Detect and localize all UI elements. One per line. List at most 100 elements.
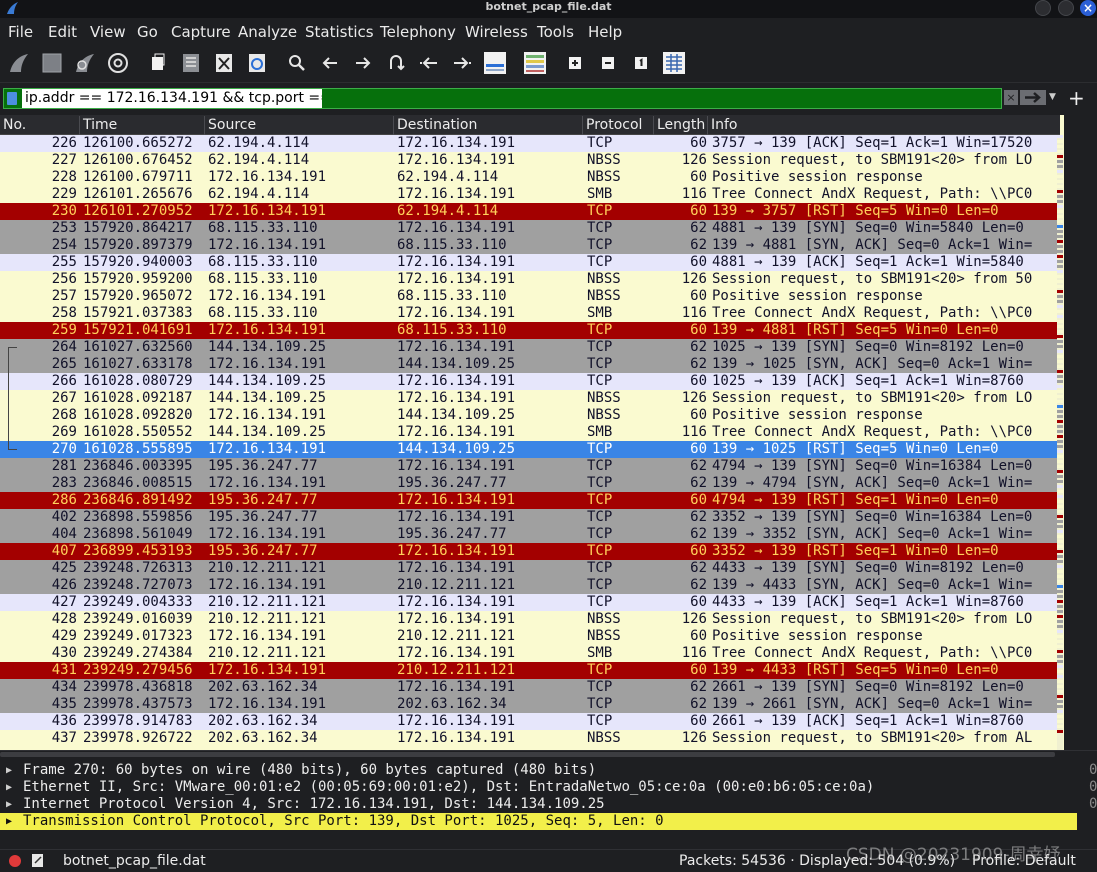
packet-row[interactable]: 265 161027.633178 172.16.134.191 144.134.10… (0, 356, 1057, 373)
menu-file[interactable]: File (8, 23, 33, 41)
normal-size-icon[interactable] (628, 50, 654, 76)
add-filter-button-icon[interactable]: + (1068, 86, 1085, 110)
filter-bookmark-icon[interactable] (7, 92, 17, 105)
auto-scroll-icon[interactable] (482, 50, 508, 76)
detail-tree-item[interactable]: ▶ Transmission Control Protocol, Src Port… (0, 813, 1077, 830)
column-destination[interactable]: Destination (393, 116, 582, 135)
menu-statistics[interactable]: Statistics (305, 23, 374, 41)
packet-len-cell: 60 (690, 373, 707, 389)
packet-row[interactable]: 226 126100.665272 62.194.4.114 172.16.134.1… (0, 135, 1057, 152)
packet-row[interactable]: 436 239978.914783 202.63.162.34 172.16.134.… (0, 713, 1057, 730)
display-filter-input[interactable]: ip.addr == 172.16.134.191 && tcp.port ==… (22, 89, 322, 108)
packet-row[interactable]: 283 236846.008515 172.16.134.191 195.36.247… (0, 475, 1057, 492)
packet-row[interactable]: 227 126100.676452 62.194.4.114 172.16.134.1… (0, 152, 1057, 169)
packet-row[interactable]: 264 161027.632560 144.134.109.25 172.16.134… (0, 339, 1057, 356)
zoom-in-icon[interactable] (562, 50, 588, 76)
packet-row[interactable]: 266 161028.080729 144.134.109.25 172.16.134… (0, 373, 1057, 390)
minimize-button[interactable] (1035, 0, 1051, 16)
column-length[interactable]: Length (653, 116, 707, 135)
packet-row[interactable]: 254 157920.897379 172.16.134.191 68.115.33.… (0, 237, 1057, 254)
packet-row[interactable]: 255 157920.940003 68.115.33.110 172.16.134.… (0, 254, 1057, 271)
packet-row[interactable]: 253 157920.864217 68.115.33.110 172.16.134.… (0, 220, 1057, 237)
column-protocol[interactable]: Protocol (582, 116, 653, 135)
column-time[interactable]: Time (79, 116, 204, 135)
go-last-packet-icon[interactable] (449, 50, 475, 76)
detail-tree-item[interactable]: ▶ Ethernet II, Src: VMware_00:01:e2 (00:0… (0, 779, 1077, 796)
clear-filter-icon[interactable]: × (1004, 90, 1018, 105)
packet-row[interactable]: 229 126101.265676 62.194.4.114 172.16.134.1… (0, 186, 1057, 203)
colorize-icon[interactable] (522, 50, 548, 76)
close-window-button[interactable]: × (1080, 0, 1096, 16)
menu-telephony[interactable]: Telephony (380, 23, 456, 41)
maximize-button[interactable] (1058, 0, 1074, 16)
expand-arrow-icon[interactable]: ▶ (6, 796, 12, 813)
packet-row[interactable]: 431 239249.279456 172.16.134.191 210.12.211… (0, 662, 1057, 679)
packet-row[interactable]: 404 236898.561049 172.16.134.191 195.36.247… (0, 526, 1057, 543)
column-info[interactable]: Info (707, 116, 1060, 135)
stop-capture-icon[interactable] (39, 50, 65, 76)
packet-row[interactable]: 407 236899.453193 195.36.247.77 172.16.134.… (0, 543, 1057, 560)
packet-minimap[interactable] (1057, 135, 1063, 750)
packet-row[interactable]: 270 161028.555895 172.16.134.191 144.134.10… (0, 441, 1057, 458)
save-file-icon[interactable] (178, 50, 204, 76)
detail-tree-item[interactable]: ▶ Frame 270: 60 bytes on wire (480 bits),… (0, 762, 1077, 779)
minimap-stripe (1057, 420, 1063, 423)
menu-capture[interactable]: Capture (171, 23, 231, 41)
menu-view[interactable]: View (90, 23, 126, 41)
packet-row[interactable]: 269 161028.550552 144.134.109.25 172.16.134… (0, 424, 1057, 441)
capture-comment-icon[interactable] (31, 853, 44, 868)
packet-row[interactable]: 435 239978.437573 172.16.134.191 202.63.162… (0, 696, 1057, 713)
open-file-icon[interactable] (145, 50, 171, 76)
expand-arrow-icon[interactable]: ▶ (6, 762, 12, 779)
packet-row[interactable]: 256 157920.959200 68.115.33.110 172.16.134.… (0, 271, 1057, 288)
restart-capture-icon[interactable] (72, 50, 98, 76)
resize-columns-icon[interactable] (661, 50, 687, 76)
packet-row[interactable]: 428 239249.016039 210.12.211.121 172.16.134… (0, 611, 1057, 628)
packet-row[interactable]: 429 239249.017323 172.16.134.191 210.12.211… (0, 628, 1057, 645)
packet-row[interactable]: 425 239248.726313 210.12.211.121 172.16.134… (0, 560, 1057, 577)
column-source[interactable]: Source (204, 116, 393, 135)
horizontal-scrollbar[interactable] (0, 750, 1097, 758)
go-to-packet-icon[interactable] (383, 50, 409, 76)
packet-row[interactable]: 281 236846.003395 195.36.247.77 172.16.134.… (0, 458, 1057, 475)
menu-tools[interactable]: Tools (537, 23, 574, 41)
menu-edit[interactable]: Edit (48, 23, 77, 41)
detail-tree-item[interactable]: ▶ Internet Protocol Version 4, Src: 172.1… (0, 796, 1077, 813)
packet-row[interactable]: 268 161028.092820 172.16.134.191 144.134.10… (0, 407, 1057, 424)
go-first-packet-icon[interactable] (416, 50, 442, 76)
packet-row[interactable]: 427 239249.004333 210.12.211.121 172.16.134… (0, 594, 1057, 611)
menu-go[interactable]: Go (137, 23, 158, 41)
zoom-out-icon[interactable] (595, 50, 621, 76)
go-back-icon[interactable] (317, 50, 343, 76)
packet-row[interactable]: 228 126100.679711 172.16.134.191 62.194.4.1… (0, 169, 1057, 186)
packet-row[interactable]: 230 126101.270952 172.16.134.191 62.194.4.1… (0, 203, 1057, 220)
menu-analyze[interactable]: Analyze (238, 23, 297, 41)
expand-arrow-icon[interactable]: ▶ (6, 779, 12, 796)
menu-wireless[interactable]: Wireless (465, 23, 528, 41)
filter-history-dropdown[interactable]: ▼ (1049, 92, 1056, 102)
capture-options-icon[interactable] (105, 50, 131, 76)
details-scrollbar[interactable]: 000 (1077, 761, 1097, 848)
column-no[interactable]: No. (0, 116, 79, 135)
close-file-icon[interactable] (211, 50, 237, 76)
go-forward-icon[interactable] (350, 50, 376, 76)
find-packet-icon[interactable] (284, 50, 310, 76)
packet-row[interactable]: 402 236898.559856 195.36.247.77 172.16.134.… (0, 509, 1057, 526)
packet-row[interactable]: 267 161028.092187 144.134.109.25 172.16.134… (0, 390, 1057, 407)
packet-row[interactable]: 257 157920.965072 172.16.134.191 68.115.33.… (0, 288, 1057, 305)
packet-row[interactable]: 259 157921.041691 172.16.134.191 68.115.33.… (0, 322, 1057, 339)
packet-row[interactable]: 430 239249.274384 210.12.211.121 172.16.134… (0, 645, 1057, 662)
packet-list-scrollbar[interactable] (1064, 115, 1097, 750)
apply-filter-button[interactable] (1020, 90, 1046, 105)
horizontal-scroll-thumb[interactable] (0, 752, 1055, 757)
packet-row[interactable]: 434 239978.436818 202.63.162.34 172.16.134.… (0, 679, 1057, 696)
packet-row[interactable]: 426 239248.727073 172.16.134.191 210.12.211… (0, 577, 1057, 594)
start-capture-icon[interactable] (6, 50, 32, 76)
packet-row[interactable]: 258 157921.037383 68.115.33.110 172.16.134.… (0, 305, 1057, 322)
expand-arrow-icon[interactable]: ▶ (6, 813, 12, 830)
packet-row[interactable]: 437 239978.926722 202.63.162.34 172.16.134.… (0, 730, 1057, 747)
packet-row[interactable]: 286 236846.891492 195.36.247.77 172.16.134.… (0, 492, 1057, 509)
menu-help[interactable]: Help (588, 23, 622, 41)
expert-info-icon[interactable] (9, 855, 21, 867)
reload-file-icon[interactable] (244, 50, 270, 76)
